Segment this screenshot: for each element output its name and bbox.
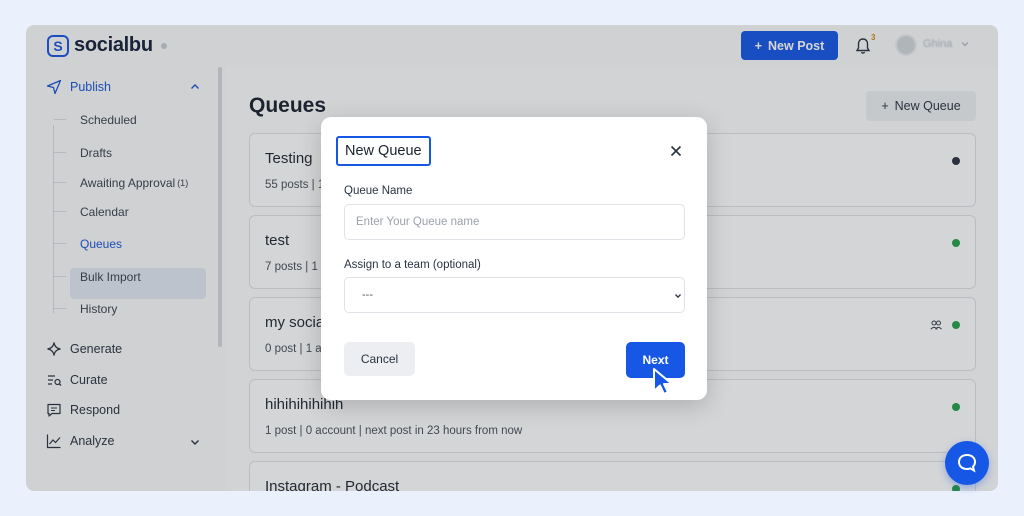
- team-select-value: ---: [362, 289, 373, 301]
- dialog-title: New Queue: [336, 136, 431, 166]
- close-icon[interactable]: [669, 144, 683, 158]
- cancel-button[interactable]: Cancel: [344, 342, 415, 376]
- team-label: Assign to a team (optional): [344, 259, 481, 271]
- new-queue-dialog: New Queue Queue Name Assign to a team (o…: [321, 117, 707, 400]
- chat-bubble-icon: [957, 453, 977, 473]
- chevron-down-icon: [675, 294, 681, 299]
- queue-name-label: Queue Name: [344, 185, 413, 197]
- help-chat-button[interactable]: [945, 441, 989, 485]
- mouse-pointer-icon: [653, 368, 673, 395]
- queue-name-input[interactable]: [344, 204, 685, 240]
- team-select[interactable]: ---: [344, 277, 685, 313]
